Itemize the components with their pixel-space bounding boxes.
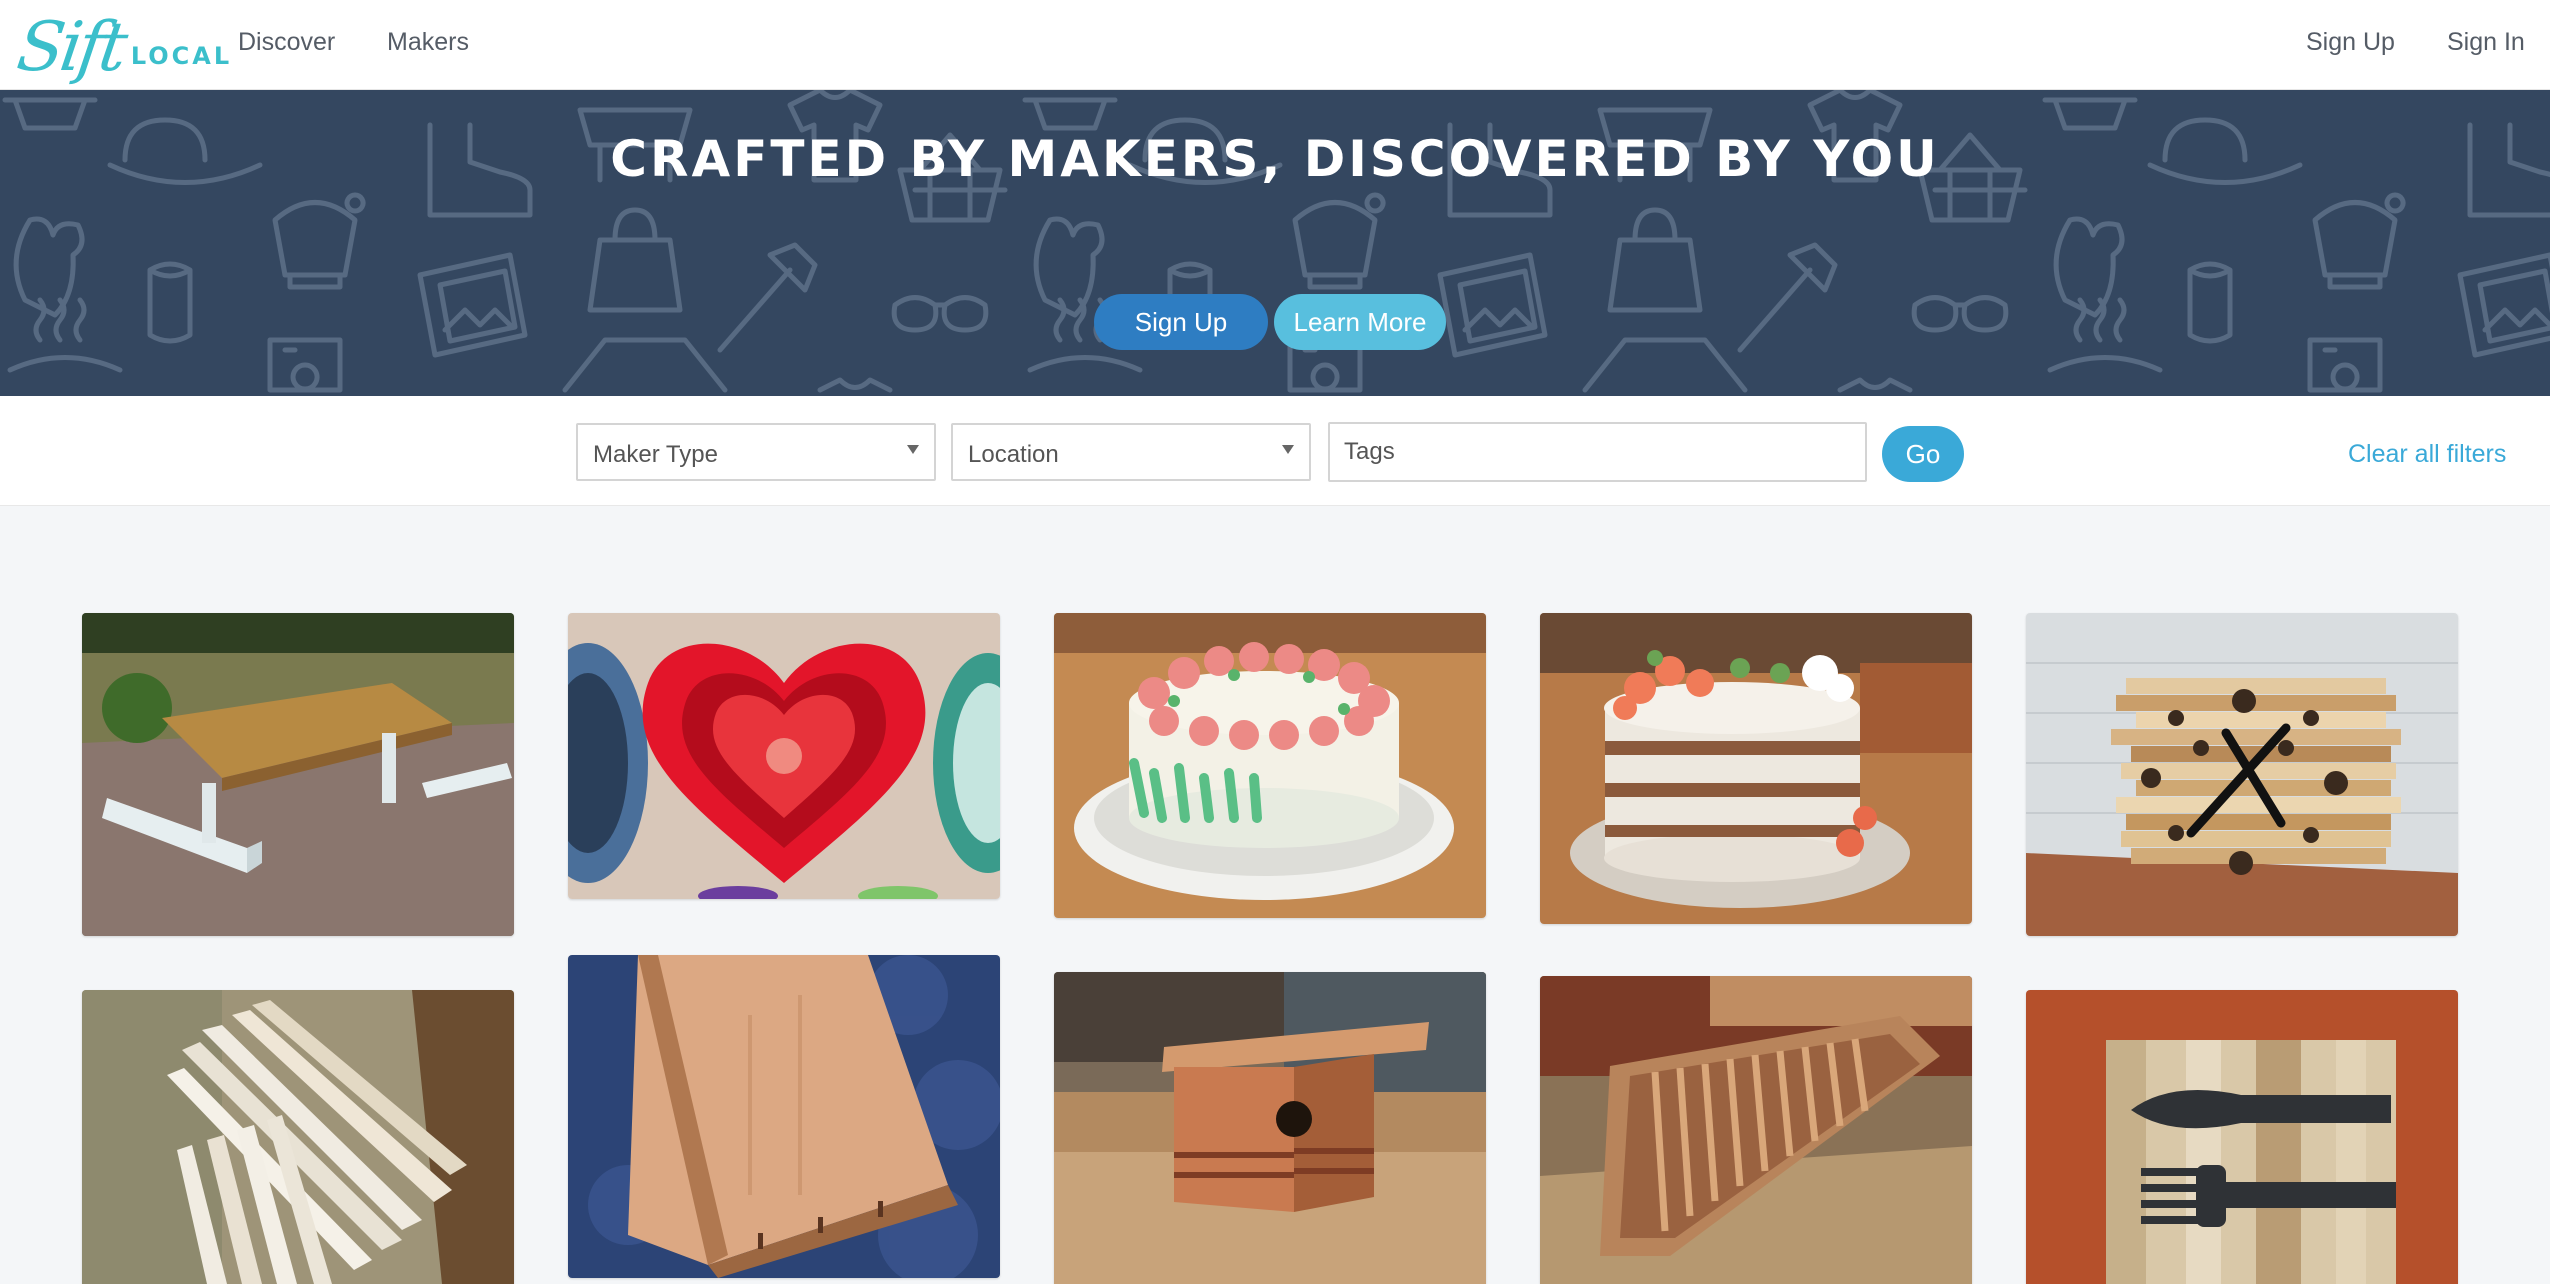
learn-more-button[interactable]: Learn More	[1274, 294, 1446, 350]
caret-down-icon	[907, 445, 919, 454]
heart-bowls-photo	[568, 613, 1000, 899]
nav-signup-link[interactable]: Sign Up	[2306, 28, 2395, 57]
gallery-item-wood-clock[interactable]	[2026, 613, 2458, 936]
gallery-item-fork-knife-art[interactable]	[2026, 990, 2458, 1284]
cherry-box-photo	[568, 955, 1000, 1278]
gallery-item-picnic-table[interactable]	[82, 613, 514, 936]
fork-knife-art-photo	[2026, 990, 2458, 1284]
gallery-item-wood-slats[interactable]	[82, 990, 514, 1284]
gallery-item-rose-cake[interactable]	[1054, 613, 1486, 918]
site-logo[interactable]: Sift LOCAL	[13, 6, 233, 87]
hero-signup-button[interactable]: Sign Up	[1094, 294, 1268, 350]
tags-input[interactable]	[1328, 422, 1867, 482]
logo-script: Sift	[12, 8, 129, 87]
location-select[interactable]: Location	[951, 423, 1311, 481]
logo-text: LOCAL	[130, 42, 233, 70]
rose-cake-photo	[1054, 613, 1486, 918]
birdhouse-photo	[1054, 972, 1486, 1284]
wood-slats-photo	[82, 990, 514, 1284]
location-value: Location	[968, 441, 1059, 468]
gallery-item-birdhouse[interactable]	[1054, 972, 1486, 1284]
hero-banner: CRAFTED BY MAKERS, DISCOVERED BY YOU Sig…	[0, 90, 2550, 396]
gallery-item-heart-bowls[interactable]	[568, 613, 1000, 899]
hero-title: CRAFTED BY MAKERS, DISCOVERED BY YOU	[610, 130, 1940, 188]
maker-type-value: Maker Type	[593, 441, 718, 468]
caret-down-icon	[1282, 445, 1294, 454]
clear-all-filters-link[interactable]: Clear all filters	[2348, 440, 2506, 469]
filter-bar: Maker Type Location Go Clear all filters	[0, 396, 2550, 506]
gallery-item-naked-cake[interactable]	[1540, 613, 1972, 924]
top-navbar: Sift LOCAL Discover Makers Sign Up Sign …	[0, 0, 2550, 90]
nav-link-discover[interactable]: Discover	[238, 28, 335, 57]
wood-clock-photo	[2026, 613, 2458, 936]
gallery-item-wood-tray[interactable]	[1540, 976, 1972, 1284]
picnic-table-photo	[82, 613, 514, 936]
naked-cake-photo	[1540, 613, 1972, 924]
maker-type-select[interactable]: Maker Type	[576, 423, 936, 481]
wood-tray-photo	[1540, 976, 1972, 1284]
nav-signin-link[interactable]: Sign In	[2447, 28, 2525, 57]
nav-link-makers[interactable]: Makers	[387, 28, 469, 57]
go-button[interactable]: Go	[1882, 426, 1964, 482]
gallery-item-cherry-box[interactable]	[568, 955, 1000, 1278]
